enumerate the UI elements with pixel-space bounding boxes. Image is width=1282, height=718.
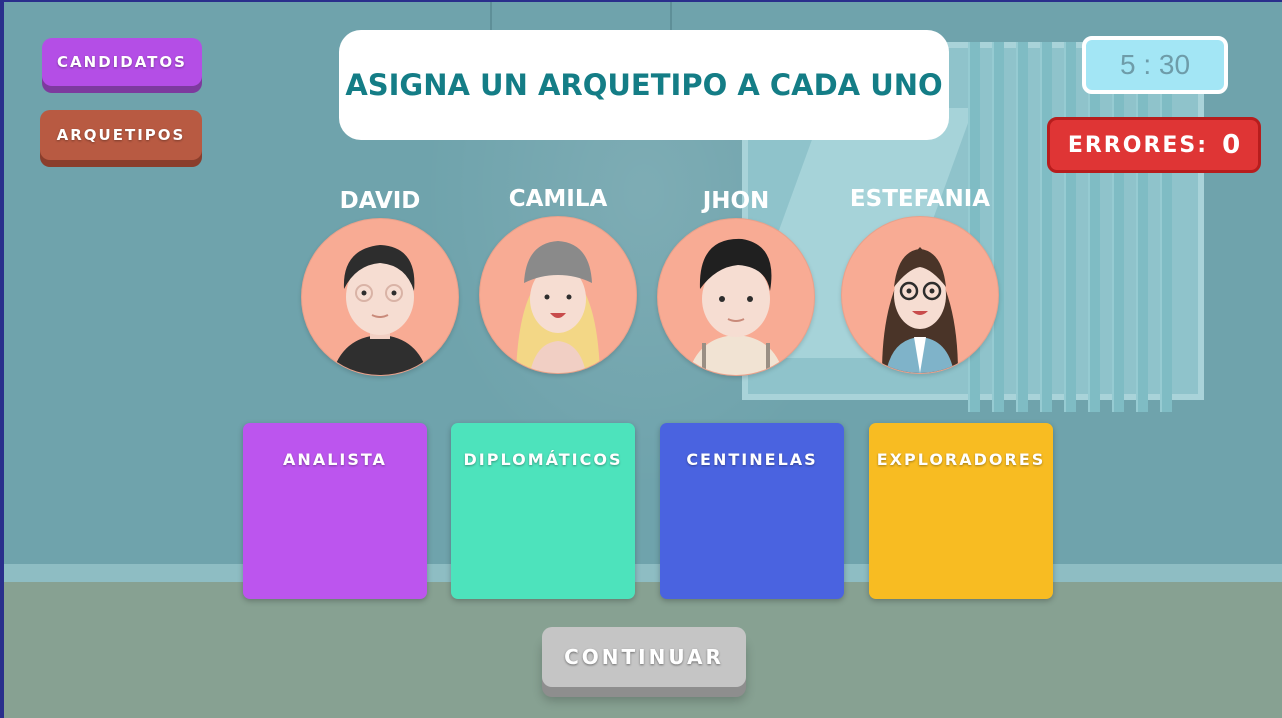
window-blind xyxy=(1016,42,1028,412)
candidate-name: JHON xyxy=(702,188,770,214)
instruction-text: ASIGNA UN ARQUETIPO A CADA UNO xyxy=(345,68,943,102)
archetype-card-analista[interactable]: ANALISTA xyxy=(243,423,427,599)
wall-stripe xyxy=(670,2,672,30)
archetype-card-diplomaticos[interactable]: DIPLOMÁTICOS xyxy=(451,423,635,599)
baseboard xyxy=(4,564,1282,582)
continue-button[interactable]: CONTINUAR xyxy=(542,627,746,687)
candidate-estefania[interactable]: ESTEFANIA xyxy=(840,182,1000,374)
archetype-card-centinelas[interactable]: CENTINELAS xyxy=(660,423,844,599)
timer-value: 5 : 30 xyxy=(1119,49,1191,80)
window-blind xyxy=(1112,42,1124,412)
archetype-label: DIPLOMÁTICOS xyxy=(463,450,623,469)
drop-zone[interactable] xyxy=(670,483,834,589)
archetype-label: CENTINELAS xyxy=(686,450,818,469)
boy-dark-curly-hair-glasses-icon[interactable] xyxy=(301,218,459,376)
candidates-button[interactable]: CANDIDATOS xyxy=(42,38,202,86)
errors-count: 0 xyxy=(1222,130,1241,160)
girl-blonde-beanie-icon[interactable] xyxy=(479,216,637,374)
instruction-banner: ASIGNA UN ARQUETIPO A CADA UNO xyxy=(339,30,949,140)
boy-black-hair-icon[interactable] xyxy=(657,218,815,376)
candidate-name: ESTEFANIA xyxy=(849,186,991,212)
candidate-name: CAMILA xyxy=(508,186,608,212)
archetype-card-exploradores[interactable]: EXPLORADORES xyxy=(869,423,1053,599)
drop-zone[interactable] xyxy=(253,483,417,589)
archetype-label: ANALISTA xyxy=(283,450,387,469)
window-blind xyxy=(1064,42,1076,412)
candidate-david[interactable]: DAVID xyxy=(300,184,460,376)
candidate-camila[interactable]: CAMILA xyxy=(478,182,638,374)
game-stage: CANDIDATOS ARQUETIPOS ASIGNA UN ARQUETIP… xyxy=(4,2,1282,718)
archetype-label: EXPLORADORES xyxy=(876,450,1046,469)
window-blind xyxy=(1040,42,1052,412)
girl-brown-hair-glasses-icon[interactable] xyxy=(841,216,999,374)
candidate-jhon[interactable]: JHON xyxy=(656,184,816,376)
candidate-name: DAVID xyxy=(339,188,421,214)
window-blind xyxy=(1136,42,1148,412)
drop-zone[interactable] xyxy=(879,483,1043,589)
window-blind xyxy=(1160,42,1172,412)
window-blind xyxy=(1088,42,1100,412)
drop-zone[interactable] xyxy=(461,483,625,589)
archetypes-button[interactable]: ARQUETIPOS xyxy=(40,110,202,160)
errors-counter: ERRORES: 0 xyxy=(1047,117,1261,173)
wall-stripe xyxy=(490,2,492,30)
countdown-timer: 5 : 30 xyxy=(1082,36,1228,94)
errors-label: ERRORES: xyxy=(1067,132,1209,158)
